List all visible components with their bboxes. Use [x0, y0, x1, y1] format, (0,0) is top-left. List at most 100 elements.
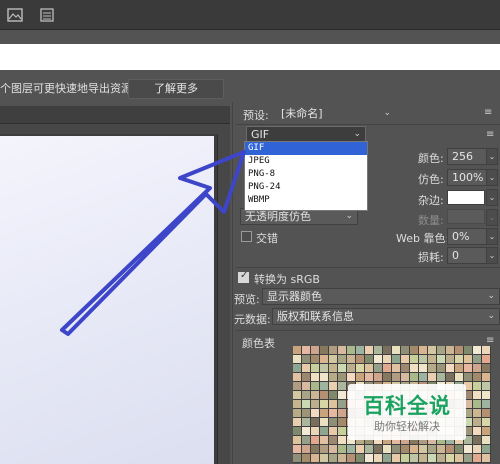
color-swatch[interactable] [320, 418, 329, 427]
color-swatch[interactable] [311, 400, 320, 409]
color-swatch[interactable] [482, 409, 491, 418]
color-swatch[interactable] [428, 346, 437, 355]
color-swatch[interactable] [329, 418, 338, 427]
format-dropdown-list[interactable]: GIF JPEG PNG-8 PNG-24 WBMP [244, 141, 368, 211]
color-swatch[interactable] [410, 364, 419, 373]
color-swatch[interactable] [428, 445, 437, 454]
color-swatch[interactable] [320, 445, 329, 454]
color-swatch[interactable] [473, 355, 482, 364]
color-swatch[interactable] [338, 418, 347, 427]
color-swatch[interactable] [464, 445, 473, 454]
color-swatch[interactable] [374, 355, 383, 364]
format-option-png24[interactable]: PNG-24 [245, 181, 367, 194]
color-swatch[interactable] [320, 355, 329, 364]
color-swatch[interactable] [473, 364, 482, 373]
color-swatch[interactable] [473, 427, 482, 436]
color-swatch[interactable] [302, 436, 311, 445]
color-swatch[interactable] [302, 454, 311, 463]
color-swatch[interactable] [482, 427, 491, 436]
color-swatch[interactable] [473, 400, 482, 409]
color-swatch[interactable] [329, 373, 338, 382]
color-swatch[interactable] [338, 364, 347, 373]
color-swatch[interactable] [311, 391, 320, 400]
color-swatch[interactable] [401, 445, 410, 454]
color-swatch[interactable] [293, 346, 302, 355]
color-swatch[interactable] [446, 445, 455, 454]
color-swatch[interactable] [311, 346, 320, 355]
color-swatch[interactable] [455, 445, 464, 454]
color-table-menu-icon[interactable]: ≡ [486, 335, 494, 346]
color-swatch[interactable] [293, 427, 302, 436]
matte-chevron-icon[interactable]: ⌄ [486, 189, 498, 206]
color-swatch[interactable] [293, 400, 302, 409]
color-swatch[interactable] [347, 454, 356, 463]
color-swatch[interactable] [401, 355, 410, 364]
lossy-chevron-icon[interactable]: ⌄ [486, 247, 498, 264]
color-swatch[interactable] [410, 346, 419, 355]
web-snap-chevron-icon[interactable]: ⌄ [486, 228, 498, 245]
color-swatch[interactable] [446, 355, 455, 364]
color-swatch[interactable] [392, 346, 401, 355]
color-swatch[interactable] [293, 418, 302, 427]
color-swatch[interactable] [329, 355, 338, 364]
color-swatch[interactable] [473, 391, 482, 400]
color-swatch[interactable] [455, 346, 464, 355]
color-swatch[interactable] [365, 445, 374, 454]
color-swatch[interactable] [320, 454, 329, 463]
color-swatch[interactable] [482, 418, 491, 427]
color-swatch[interactable] [302, 409, 311, 418]
color-swatch[interactable] [293, 409, 302, 418]
color-swatch[interactable] [311, 364, 320, 373]
color-swatch[interactable] [419, 373, 428, 382]
color-swatch[interactable] [347, 346, 356, 355]
color-swatch[interactable] [419, 346, 428, 355]
color-swatch[interactable] [311, 436, 320, 445]
dither-chevron-icon[interactable]: ⌄ [486, 169, 498, 186]
color-swatch[interactable] [338, 454, 347, 463]
color-swatch[interactable] [302, 355, 311, 364]
color-swatch[interactable] [383, 364, 392, 373]
color-swatch[interactable] [338, 427, 347, 436]
color-swatch[interactable] [473, 454, 482, 463]
color-swatch[interactable] [338, 373, 347, 382]
color-swatch[interactable] [410, 454, 419, 463]
color-swatch[interactable] [329, 382, 338, 391]
color-swatch[interactable] [473, 445, 482, 454]
color-swatch[interactable] [320, 409, 329, 418]
interlaced-checkbox[interactable] [241, 231, 252, 242]
color-swatch[interactable] [401, 454, 410, 463]
color-swatch[interactable] [320, 373, 329, 382]
color-swatch[interactable] [401, 364, 410, 373]
color-swatch[interactable] [302, 445, 311, 454]
color-swatch[interactable] [374, 346, 383, 355]
color-swatch[interactable] [482, 436, 491, 445]
colors-chevron-icon[interactable]: ⌄ [486, 148, 498, 165]
web-snap-input[interactable]: 0% [447, 228, 487, 245]
color-swatch[interactable] [482, 391, 491, 400]
color-swatch[interactable] [473, 346, 482, 355]
color-swatch[interactable] [437, 373, 446, 382]
color-swatch[interactable] [293, 445, 302, 454]
color-swatch[interactable] [311, 409, 320, 418]
color-swatch[interactable] [338, 346, 347, 355]
color-swatch[interactable] [338, 445, 347, 454]
color-swatch[interactable] [374, 364, 383, 373]
color-swatch[interactable] [302, 427, 311, 436]
color-swatch[interactable] [356, 364, 365, 373]
color-swatch[interactable] [329, 454, 338, 463]
color-swatch[interactable] [293, 355, 302, 364]
color-swatch[interactable] [482, 382, 491, 391]
color-swatch[interactable] [419, 364, 428, 373]
color-swatch[interactable] [437, 364, 446, 373]
color-swatch[interactable] [338, 409, 347, 418]
color-swatch[interactable] [320, 400, 329, 409]
color-swatch[interactable] [365, 454, 374, 463]
color-swatch[interactable] [482, 373, 491, 382]
color-swatch[interactable] [419, 355, 428, 364]
learn-more-button[interactable]: 了解更多 [128, 79, 224, 99]
color-swatch[interactable] [419, 445, 428, 454]
color-swatch[interactable] [311, 418, 320, 427]
color-swatch[interactable] [320, 346, 329, 355]
color-swatch[interactable] [329, 436, 338, 445]
color-swatch[interactable] [302, 373, 311, 382]
